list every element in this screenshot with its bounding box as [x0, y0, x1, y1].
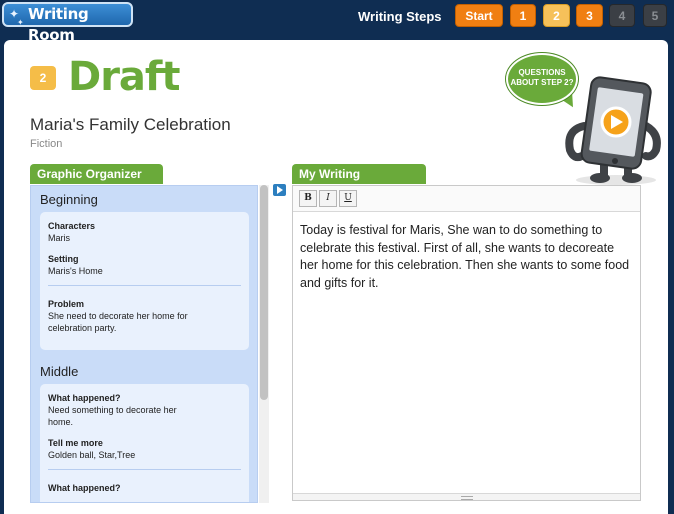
writing-steps-label: Writing Steps	[358, 9, 442, 24]
main-panel: 2 Draft Maria's Family Celebration Ficti…	[4, 40, 668, 514]
tab-graphic-organizer: Graphic Organizer	[30, 164, 163, 184]
editor-resize-handle[interactable]	[293, 493, 640, 500]
scrollbar-thumb[interactable]	[260, 185, 268, 400]
italic-button[interactable]: I	[319, 190, 337, 207]
setting-value: Maris's Home	[48, 266, 103, 276]
problem-value: She need to decorate her home for celebr…	[48, 311, 188, 333]
tab-my-writing: My Writing	[292, 164, 426, 184]
card-divider	[48, 469, 241, 470]
step-2-button[interactable]: 2	[543, 4, 570, 27]
underline-button[interactable]: U	[339, 190, 357, 207]
writing-room-home-button[interactable]: ✦ ✦ Writing Room	[2, 2, 133, 44]
characters-label: Characters	[48, 221, 96, 231]
section-middle: Middle	[40, 364, 79, 379]
tablet-mascot-video-icon[interactable]	[560, 74, 664, 186]
tell-me-more-value: Golden ball, Star,Tree	[48, 450, 136, 460]
step-number-badge: 2	[30, 66, 56, 90]
what-happened-value: Need something to decorate her home.	[48, 405, 177, 427]
middle-card: What happened? Need something to decorat…	[40, 384, 249, 502]
editor-toolbar: B I U	[293, 186, 640, 212]
story-title: Maria's Family Celebration	[30, 115, 231, 134]
graphic-organizer-panel: Beginning Characters Maris Setting Maris…	[30, 185, 258, 503]
beginning-card: Characters Maris Setting Maris's Home Pr…	[40, 212, 249, 350]
step-start-button[interactable]: Start	[455, 4, 503, 27]
step-4-button[interactable]: 4	[609, 4, 635, 27]
characters-value: Maris	[48, 233, 70, 243]
writing-room-label: Writing Room	[28, 5, 89, 44]
section-beginning: Beginning	[40, 192, 98, 207]
problem-label: Problem	[48, 299, 85, 309]
step-5-button[interactable]: 5	[643, 4, 667, 27]
top-bar: ✦ ✦ Writing Room Writing Steps Start 1 2…	[0, 0, 674, 44]
card-divider	[48, 285, 241, 286]
bold-button[interactable]: B	[299, 190, 317, 207]
organizer-scrollbar[interactable]	[259, 185, 269, 503]
collapse-organizer-arrow-icon[interactable]	[273, 184, 286, 196]
tell-me-more-label: Tell me more	[48, 438, 103, 448]
sparkle-small-icon: ✦	[17, 18, 24, 27]
step-1-button[interactable]: 1	[510, 4, 536, 27]
step-3-button[interactable]: 3	[576, 4, 603, 27]
writing-text-area[interactable]: Today is festival for Maris, She wan to …	[300, 222, 634, 292]
writing-editor: B I U Today is festival for Maris, She w…	[292, 185, 641, 501]
setting-label: Setting	[48, 254, 79, 264]
what-happened-label-2: What happened?	[48, 483, 121, 493]
genre-label: Fiction	[30, 138, 63, 150]
stage-title: Draft	[68, 54, 180, 100]
what-happened-label: What happened?	[48, 393, 121, 403]
